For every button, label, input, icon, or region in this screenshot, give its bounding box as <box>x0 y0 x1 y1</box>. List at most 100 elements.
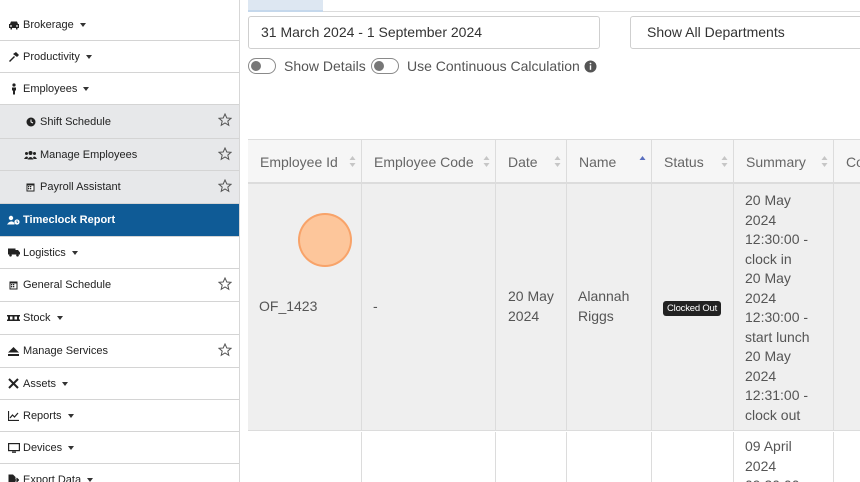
summary-line: 20 May <box>745 348 791 364</box>
sidebar-item-label: Shift Schedule <box>40 115 111 128</box>
column-header-employee-id[interactable]: Employee Id <box>248 140 362 183</box>
date-cell: 20 May 2024 <box>508 288 554 324</box>
summary-line: 12:31:00 - <box>745 387 809 403</box>
sidebar: Brokerage Productivity Employees Shift S… <box>0 0 240 482</box>
department-select[interactable]: Show All Departments <box>630 16 860 49</box>
sidebar-item-label: Stock <box>23 312 51 324</box>
calendar-icon <box>24 181 37 193</box>
sidebar-item-label: Timeclock Report <box>23 214 116 226</box>
summary-line: 2024 <box>745 457 777 474</box>
continuous-calculation-toggle[interactable] <box>371 58 399 74</box>
sidebar-item-employees[interactable]: Employees <box>0 73 239 105</box>
sidebar-item-export-data[interactable]: Export Data <box>0 464 239 482</box>
sidebar-item-label: Payroll Assistant <box>40 181 121 193</box>
sidebar-item-assets[interactable]: Assets <box>0 368 239 400</box>
show-details-label: Show Details <box>284 58 366 74</box>
sort-icon <box>821 156 828 167</box>
sidebar-item-payroll-assistant[interactable]: Payroll Assistant <box>0 171 239 204</box>
table-header: Employee Id Employee Code Date Name Stat… <box>248 139 860 184</box>
caret-down-icon <box>71 250 78 255</box>
sidebar-item-stock[interactable]: Stock <box>0 302 239 335</box>
summary-line: 12:30:00 - <box>745 231 809 247</box>
sidebar-item-label: Export Data <box>23 473 82 482</box>
monitor-icon <box>7 442 20 454</box>
caret-down-icon <box>83 86 90 91</box>
caret-down-icon <box>79 22 86 27</box>
tab-bar-divider <box>323 11 860 12</box>
eject-icon <box>7 345 20 357</box>
sidebar-item-logistics[interactable]: Logistics <box>0 237 239 269</box>
sidebar-item-label: Assets <box>23 377 57 390</box>
info-icon[interactable] <box>584 60 597 73</box>
star-icon[interactable] <box>217 342 233 357</box>
caret-down-icon <box>87 477 94 482</box>
column-header-date[interactable]: Date <box>496 140 567 183</box>
tab-active[interactable] <box>248 0 323 12</box>
sidebar-item-manage-services[interactable]: Manage Services <box>0 335 239 368</box>
sort-icon <box>349 156 356 167</box>
summary-line: start lunch <box>745 328 810 345</box>
show-details-control: Show Details <box>248 57 366 75</box>
sort-icon <box>554 156 561 167</box>
tools-icon <box>7 378 20 390</box>
caret-down-icon <box>68 445 75 450</box>
sidebar-item-label: Manage Services <box>23 345 108 357</box>
user-clock-icon <box>7 214 20 226</box>
click-indicator <box>298 213 352 267</box>
summary-line: 09:30:00 - <box>745 476 808 482</box>
column-header-employee-code[interactable]: Employee Code <box>362 140 496 183</box>
caret-down-icon <box>85 54 92 59</box>
star-icon[interactable] <box>217 112 233 127</box>
caret-down-icon <box>62 381 69 386</box>
show-details-toggle[interactable] <box>248 58 276 74</box>
table-row[interactable]: 09 April 2024 09:30:00 - <box>248 432 860 482</box>
summary-cell: 20 May 2024 12:30:00 - clock in 20 May 2024 12… <box>745 191 810 425</box>
sort-icon <box>721 156 728 167</box>
sidebar-item-productivity[interactable]: Productivity <box>0 41 239 73</box>
hammer-icon <box>7 51 20 63</box>
column-header-co[interactable]: Co <box>834 140 860 183</box>
star-icon[interactable] <box>217 178 233 193</box>
summary-line: 20 May <box>745 270 791 286</box>
summary-line: 12:30:00 - <box>745 309 809 325</box>
summary-line: 2024 <box>745 367 777 384</box>
sidebar-item-label: Manage Employees <box>40 148 138 161</box>
sidebar-item-label: Productivity <box>23 50 80 63</box>
continuous-calculation-control: Use Continuous Calculation <box>371 57 597 75</box>
summary-line: 09 April <box>745 438 792 454</box>
sidebar-item-label: Logistics <box>23 246 66 259</box>
sidebar-item-label: Devices <box>23 441 63 454</box>
sidebar-item-brokerage[interactable]: Brokerage <box>0 9 239 41</box>
continuous-calculation-label: Use Continuous Calculation <box>407 58 580 74</box>
summary-cell: 09 April 2024 09:30:00 - <box>745 437 808 482</box>
date-range-input[interactable]: 31 March 2024 - 1 September 2024 <box>248 16 600 49</box>
sidebar-item-label: Employees <box>23 82 78 95</box>
clock-icon <box>24 116 37 128</box>
truck-icon <box>7 247 20 259</box>
sort-ascending-icon <box>639 156 646 160</box>
person-icon <box>7 82 20 95</box>
pallet-icon <box>7 312 20 324</box>
sidebar-item-reports[interactable]: Reports <box>0 400 239 432</box>
star-icon[interactable] <box>217 146 233 161</box>
sidebar-item-shift-schedule[interactable]: Shift Schedule <box>0 105 239 139</box>
column-header-summary[interactable]: Summary <box>734 140 834 183</box>
sidebar-item-label: Reports <box>23 409 62 422</box>
column-header-name[interactable]: Name <box>567 140 652 183</box>
star-icon[interactable] <box>217 276 233 291</box>
sort-icon <box>483 156 490 167</box>
sidebar-item-label: Brokerage <box>23 18 74 31</box>
caret-down-icon <box>56 316 63 320</box>
name-cell: Alannah Riggs <box>578 288 630 324</box>
summary-line: clock in <box>745 250 792 267</box>
sidebar-item-timeclock-report[interactable]: Timeclock Report <box>0 204 239 237</box>
employee-id-cell: OF_1423 <box>259 298 318 314</box>
summary-line: 20 May <box>745 192 791 208</box>
users-icon <box>24 149 37 161</box>
summary-line: 2024 <box>745 211 777 228</box>
sidebar-item-manage-employees[interactable]: Manage Employees <box>0 139 239 171</box>
sidebar-item-general-schedule[interactable]: General Schedule <box>0 269 239 302</box>
sidebar-item-devices[interactable]: Devices <box>0 432 239 464</box>
column-header-status[interactable]: Status <box>652 140 734 183</box>
summary-line: 2024 <box>745 289 777 306</box>
